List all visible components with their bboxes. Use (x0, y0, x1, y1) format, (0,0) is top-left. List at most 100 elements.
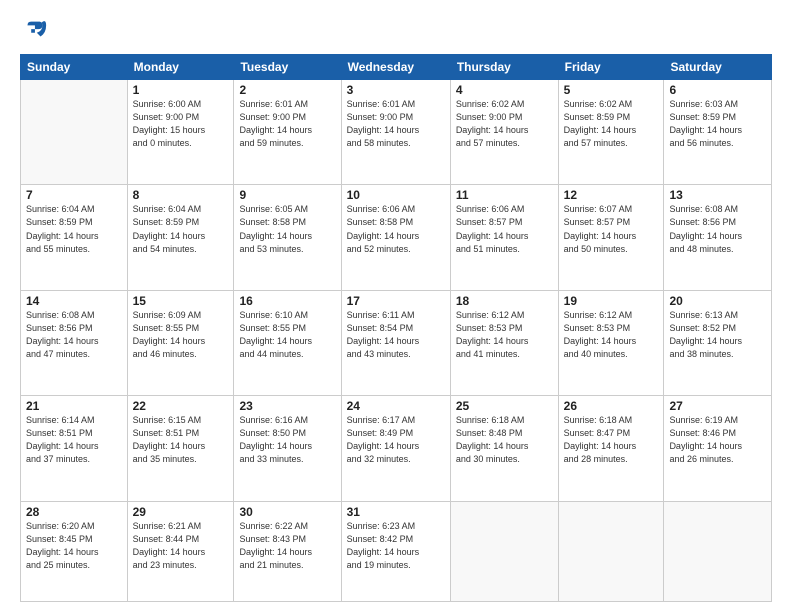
weekday-header-monday: Monday (127, 55, 234, 80)
day-info: Sunrise: 6:03 AM Sunset: 8:59 PM Dayligh… (669, 98, 766, 150)
day-number: 29 (133, 505, 229, 519)
page: SundayMondayTuesdayWednesdayThursdayFrid… (0, 0, 792, 612)
day-number: 17 (347, 294, 445, 308)
day-number: 12 (564, 188, 659, 202)
day-number: 26 (564, 399, 659, 413)
day-number: 10 (347, 188, 445, 202)
logo (20, 16, 52, 44)
day-number: 4 (456, 83, 553, 97)
calendar-cell: 31Sunrise: 6:23 AM Sunset: 8:42 PM Dayli… (341, 501, 450, 601)
day-info: Sunrise: 6:04 AM Sunset: 8:59 PM Dayligh… (133, 203, 229, 255)
header (20, 16, 772, 44)
day-info: Sunrise: 6:18 AM Sunset: 8:48 PM Dayligh… (456, 414, 553, 466)
day-number: 6 (669, 83, 766, 97)
day-number: 16 (239, 294, 335, 308)
calendar-cell: 13Sunrise: 6:08 AM Sunset: 8:56 PM Dayli… (664, 185, 772, 290)
day-info: Sunrise: 6:13 AM Sunset: 8:52 PM Dayligh… (669, 309, 766, 361)
weekday-header-row: SundayMondayTuesdayWednesdayThursdayFrid… (21, 55, 772, 80)
calendar-cell: 17Sunrise: 6:11 AM Sunset: 8:54 PM Dayli… (341, 290, 450, 395)
day-info: Sunrise: 6:18 AM Sunset: 8:47 PM Dayligh… (564, 414, 659, 466)
calendar-cell: 18Sunrise: 6:12 AM Sunset: 8:53 PM Dayli… (450, 290, 558, 395)
day-number: 28 (26, 505, 122, 519)
weekday-header-wednesday: Wednesday (341, 55, 450, 80)
day-number: 13 (669, 188, 766, 202)
day-info: Sunrise: 6:09 AM Sunset: 8:55 PM Dayligh… (133, 309, 229, 361)
logo-icon (20, 16, 48, 44)
week-row-2: 7Sunrise: 6:04 AM Sunset: 8:59 PM Daylig… (21, 185, 772, 290)
day-info: Sunrise: 6:08 AM Sunset: 8:56 PM Dayligh… (669, 203, 766, 255)
calendar-cell (664, 501, 772, 601)
day-info: Sunrise: 6:07 AM Sunset: 8:57 PM Dayligh… (564, 203, 659, 255)
calendar-cell: 15Sunrise: 6:09 AM Sunset: 8:55 PM Dayli… (127, 290, 234, 395)
calendar-cell: 10Sunrise: 6:06 AM Sunset: 8:58 PM Dayli… (341, 185, 450, 290)
day-number: 18 (456, 294, 553, 308)
weekday-header-tuesday: Tuesday (234, 55, 341, 80)
calendar-cell: 28Sunrise: 6:20 AM Sunset: 8:45 PM Dayli… (21, 501, 128, 601)
calendar-cell: 21Sunrise: 6:14 AM Sunset: 8:51 PM Dayli… (21, 396, 128, 501)
day-info: Sunrise: 6:21 AM Sunset: 8:44 PM Dayligh… (133, 520, 229, 572)
week-row-3: 14Sunrise: 6:08 AM Sunset: 8:56 PM Dayli… (21, 290, 772, 395)
calendar-cell: 9Sunrise: 6:05 AM Sunset: 8:58 PM Daylig… (234, 185, 341, 290)
day-info: Sunrise: 6:19 AM Sunset: 8:46 PM Dayligh… (669, 414, 766, 466)
calendar-cell: 11Sunrise: 6:06 AM Sunset: 8:57 PM Dayli… (450, 185, 558, 290)
day-info: Sunrise: 6:06 AM Sunset: 8:58 PM Dayligh… (347, 203, 445, 255)
week-row-1: 1Sunrise: 6:00 AM Sunset: 9:00 PM Daylig… (21, 80, 772, 185)
calendar-cell: 4Sunrise: 6:02 AM Sunset: 9:00 PM Daylig… (450, 80, 558, 185)
day-number: 19 (564, 294, 659, 308)
day-number: 7 (26, 188, 122, 202)
calendar-cell: 12Sunrise: 6:07 AM Sunset: 8:57 PM Dayli… (558, 185, 664, 290)
day-number: 14 (26, 294, 122, 308)
weekday-header-sunday: Sunday (21, 55, 128, 80)
calendar-cell: 1Sunrise: 6:00 AM Sunset: 9:00 PM Daylig… (127, 80, 234, 185)
day-info: Sunrise: 6:05 AM Sunset: 8:58 PM Dayligh… (239, 203, 335, 255)
day-info: Sunrise: 6:12 AM Sunset: 8:53 PM Dayligh… (564, 309, 659, 361)
calendar-cell (558, 501, 664, 601)
calendar-cell (21, 80, 128, 185)
calendar-cell: 25Sunrise: 6:18 AM Sunset: 8:48 PM Dayli… (450, 396, 558, 501)
day-number: 30 (239, 505, 335, 519)
day-number: 9 (239, 188, 335, 202)
calendar-cell: 8Sunrise: 6:04 AM Sunset: 8:59 PM Daylig… (127, 185, 234, 290)
calendar-cell: 16Sunrise: 6:10 AM Sunset: 8:55 PM Dayli… (234, 290, 341, 395)
day-number: 20 (669, 294, 766, 308)
calendar-cell: 29Sunrise: 6:21 AM Sunset: 8:44 PM Dayli… (127, 501, 234, 601)
day-number: 3 (347, 83, 445, 97)
weekday-header-friday: Friday (558, 55, 664, 80)
calendar-cell: 14Sunrise: 6:08 AM Sunset: 8:56 PM Dayli… (21, 290, 128, 395)
day-number: 24 (347, 399, 445, 413)
day-info: Sunrise: 6:12 AM Sunset: 8:53 PM Dayligh… (456, 309, 553, 361)
calendar-cell: 6Sunrise: 6:03 AM Sunset: 8:59 PM Daylig… (664, 80, 772, 185)
day-info: Sunrise: 6:01 AM Sunset: 9:00 PM Dayligh… (347, 98, 445, 150)
calendar-cell: 5Sunrise: 6:02 AM Sunset: 8:59 PM Daylig… (558, 80, 664, 185)
day-info: Sunrise: 6:11 AM Sunset: 8:54 PM Dayligh… (347, 309, 445, 361)
day-info: Sunrise: 6:06 AM Sunset: 8:57 PM Dayligh… (456, 203, 553, 255)
calendar-cell: 3Sunrise: 6:01 AM Sunset: 9:00 PM Daylig… (341, 80, 450, 185)
day-info: Sunrise: 6:22 AM Sunset: 8:43 PM Dayligh… (239, 520, 335, 572)
calendar-cell: 27Sunrise: 6:19 AM Sunset: 8:46 PM Dayli… (664, 396, 772, 501)
day-number: 2 (239, 83, 335, 97)
day-info: Sunrise: 6:14 AM Sunset: 8:51 PM Dayligh… (26, 414, 122, 466)
week-row-4: 21Sunrise: 6:14 AM Sunset: 8:51 PM Dayli… (21, 396, 772, 501)
day-number: 21 (26, 399, 122, 413)
calendar-cell: 20Sunrise: 6:13 AM Sunset: 8:52 PM Dayli… (664, 290, 772, 395)
week-row-5: 28Sunrise: 6:20 AM Sunset: 8:45 PM Dayli… (21, 501, 772, 601)
day-info: Sunrise: 6:00 AM Sunset: 9:00 PM Dayligh… (133, 98, 229, 150)
calendar-cell: 7Sunrise: 6:04 AM Sunset: 8:59 PM Daylig… (21, 185, 128, 290)
day-info: Sunrise: 6:23 AM Sunset: 8:42 PM Dayligh… (347, 520, 445, 572)
day-number: 5 (564, 83, 659, 97)
calendar-table: SundayMondayTuesdayWednesdayThursdayFrid… (20, 54, 772, 602)
day-number: 23 (239, 399, 335, 413)
day-info: Sunrise: 6:16 AM Sunset: 8:50 PM Dayligh… (239, 414, 335, 466)
day-info: Sunrise: 6:04 AM Sunset: 8:59 PM Dayligh… (26, 203, 122, 255)
weekday-header-thursday: Thursday (450, 55, 558, 80)
day-number: 8 (133, 188, 229, 202)
day-number: 1 (133, 83, 229, 97)
day-info: Sunrise: 6:02 AM Sunset: 9:00 PM Dayligh… (456, 98, 553, 150)
day-info: Sunrise: 6:17 AM Sunset: 8:49 PM Dayligh… (347, 414, 445, 466)
day-number: 22 (133, 399, 229, 413)
calendar-cell (450, 501, 558, 601)
day-number: 31 (347, 505, 445, 519)
weekday-header-saturday: Saturday (664, 55, 772, 80)
calendar-cell: 2Sunrise: 6:01 AM Sunset: 9:00 PM Daylig… (234, 80, 341, 185)
calendar-cell: 19Sunrise: 6:12 AM Sunset: 8:53 PM Dayli… (558, 290, 664, 395)
